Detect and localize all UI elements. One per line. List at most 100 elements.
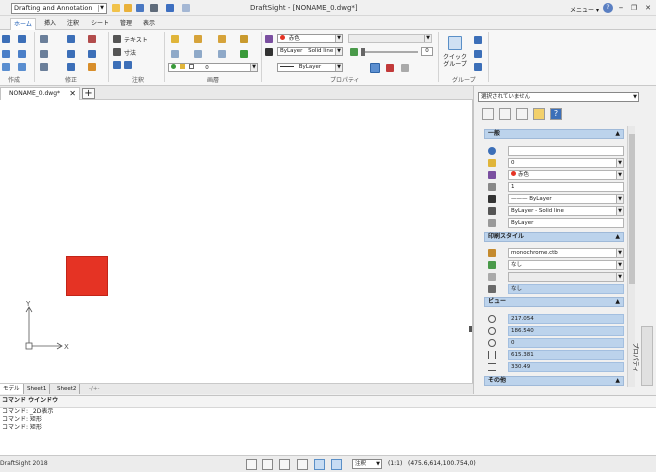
prop-value[interactable]: なし ▼ [508, 260, 624, 270]
tab-annotate[interactable]: 注釈 [64, 18, 82, 30]
linestyle-select[interactable]: ByLayer Solid line ▼ [277, 47, 343, 56]
mirror-icon[interactable] [88, 50, 96, 58]
quick-group-icon[interactable] [448, 36, 462, 50]
circle-icon[interactable] [18, 50, 26, 58]
erase-icon[interactable] [88, 35, 96, 43]
layer-check-icon[interactable] [240, 50, 248, 58]
prop-value[interactable]: なし [508, 284, 624, 294]
annotation-scale-select[interactable]: 注釈 ▼ [352, 459, 382, 469]
dimension-icon[interactable] [113, 48, 121, 56]
section-print-style[interactable]: 印刷スタイル ▲ [484, 232, 624, 242]
leader-icon[interactable] [113, 61, 121, 69]
palette-side-tab[interactable]: プロパティ [631, 326, 653, 386]
polar-icon[interactable] [297, 459, 308, 470]
layer-isolate-icon[interactable] [171, 50, 179, 58]
document-tab[interactable]: NONAME_0.dwg* ✕ [0, 87, 80, 100]
tab-model[interactable]: モデル [0, 384, 24, 394]
prop-value[interactable]: 赤色 ▼ [508, 170, 624, 180]
section-general[interactable]: 一般 ▲ [484, 129, 624, 139]
prop-value[interactable]: 217.054 [508, 314, 624, 324]
tab-view[interactable]: 表示 [140, 18, 158, 30]
properties-icon[interactable] [265, 35, 273, 43]
clipboard-icon[interactable] [401, 64, 409, 72]
table-icon[interactable] [124, 61, 132, 69]
prop-value[interactable]: ——— ByLayer ▼ [508, 194, 624, 204]
arc-icon[interactable] [18, 35, 26, 43]
open-folder-icon[interactable] [124, 4, 132, 12]
tab-sheet[interactable]: シート [88, 18, 112, 30]
prop-value[interactable]: ByLayer [508, 218, 624, 228]
group-select-icon[interactable] [474, 50, 482, 58]
new-tab-button[interactable]: + [82, 88, 95, 99]
redo-icon[interactable] [182, 4, 190, 12]
lightbulb-icon[interactable] [533, 108, 545, 120]
text-icon[interactable] [113, 35, 121, 43]
selection-select[interactable]: 選択されていません ▼ [478, 92, 639, 102]
prop-value[interactable]: 0 ▼ [508, 158, 624, 168]
help-icon[interactable]: ? [603, 3, 613, 13]
splitter-grip[interactable] [469, 326, 472, 332]
lineweight-select[interactable]: ByLayer ▼ [277, 63, 343, 72]
layer-manager-icon[interactable] [171, 35, 179, 43]
minimize-button[interactable]: – [616, 3, 626, 13]
layer-previous-icon[interactable] [218, 35, 226, 43]
prop-value[interactable]: ByLayer - Solid line ▼ [508, 206, 624, 216]
prop-value[interactable]: 615.381 [508, 350, 624, 360]
ortho-icon[interactable] [279, 459, 290, 470]
undo-icon[interactable] [166, 4, 174, 12]
color-select[interactable]: 赤色 ▼ [277, 34, 343, 43]
help-icon[interactable]: ? [550, 108, 562, 120]
drawing-canvas[interactable]: Y X [0, 100, 473, 383]
slider-handle[interactable] [361, 48, 365, 56]
add-sheet-button[interactable]: -/+- [86, 384, 102, 394]
workspace-select[interactable]: Drafting and Annotation ▼ [11, 3, 107, 14]
red-rectangle[interactable] [66, 256, 108, 296]
move-icon[interactable] [40, 35, 48, 43]
tab-sheet1[interactable]: Sheet1 [24, 384, 51, 394]
scale-icon[interactable] [40, 63, 48, 71]
offset-icon[interactable] [67, 63, 75, 71]
tab-sheet2[interactable]: Sheet2 [54, 384, 81, 394]
tab-manage[interactable]: 管理 [117, 18, 135, 30]
explode-icon[interactable] [88, 63, 96, 71]
section-view[interactable]: ビュー ▲ [484, 297, 624, 307]
section-other[interactable]: その他 ▲ [484, 376, 624, 386]
dim-tool-label[interactable]: 寸法 [124, 48, 136, 57]
restore-button[interactable]: ❐ [629, 3, 639, 13]
print-icon[interactable] [150, 4, 158, 12]
layer-select[interactable]: 0 ▼ [168, 63, 258, 72]
prop-value[interactable] [508, 146, 624, 156]
quick-group-label[interactable]: クイック グループ [443, 54, 467, 68]
prop-value[interactable]: 0 [508, 338, 624, 348]
layer-freeze-icon[interactable] [194, 50, 202, 58]
layer-match-icon[interactable] [240, 35, 248, 43]
tab-home[interactable]: ホーム [10, 18, 36, 30]
rotate-icon[interactable] [40, 50, 48, 58]
menu-button[interactable]: メニュー ▾ [570, 5, 599, 14]
new-file-icon[interactable] [112, 4, 120, 12]
array-icon[interactable] [67, 35, 75, 43]
ungroup-icon[interactable] [474, 63, 482, 71]
cursor-icon[interactable] [246, 459, 257, 470]
group-edit-icon[interactable] [474, 36, 482, 44]
close-icon[interactable]: ✕ [69, 88, 76, 100]
prop-value[interactable]: 330.49 [508, 362, 624, 372]
paintbrush-icon[interactable] [386, 64, 394, 72]
tab-insert[interactable]: 挿入 [41, 18, 59, 30]
prop-value[interactable]: 186.540 [508, 326, 624, 336]
line-icon[interactable] [2, 35, 10, 43]
close-button[interactable]: ✕ [643, 3, 653, 13]
save-icon[interactable] [136, 4, 144, 12]
trim-icon[interactable] [67, 50, 75, 58]
toggle-pickadd-icon[interactable] [516, 108, 528, 120]
transparency-value[interactable]: 0 [421, 47, 433, 56]
layer-state-icon[interactable] [194, 35, 202, 43]
rectangle-icon[interactable] [2, 63, 10, 71]
transparency-slider[interactable] [361, 48, 418, 56]
polyline-icon[interactable] [2, 50, 10, 58]
prop-value[interactable]: monochrome.ctb ▼ [508, 248, 624, 258]
command-history[interactable]: コマンド: _2D表示 コマンド: 矩形 コマンド: 矩形 [0, 407, 656, 455]
quick-select-icon[interactable] [499, 108, 511, 120]
esnap-icon[interactable] [314, 459, 325, 470]
match-properties-icon[interactable] [370, 63, 380, 73]
